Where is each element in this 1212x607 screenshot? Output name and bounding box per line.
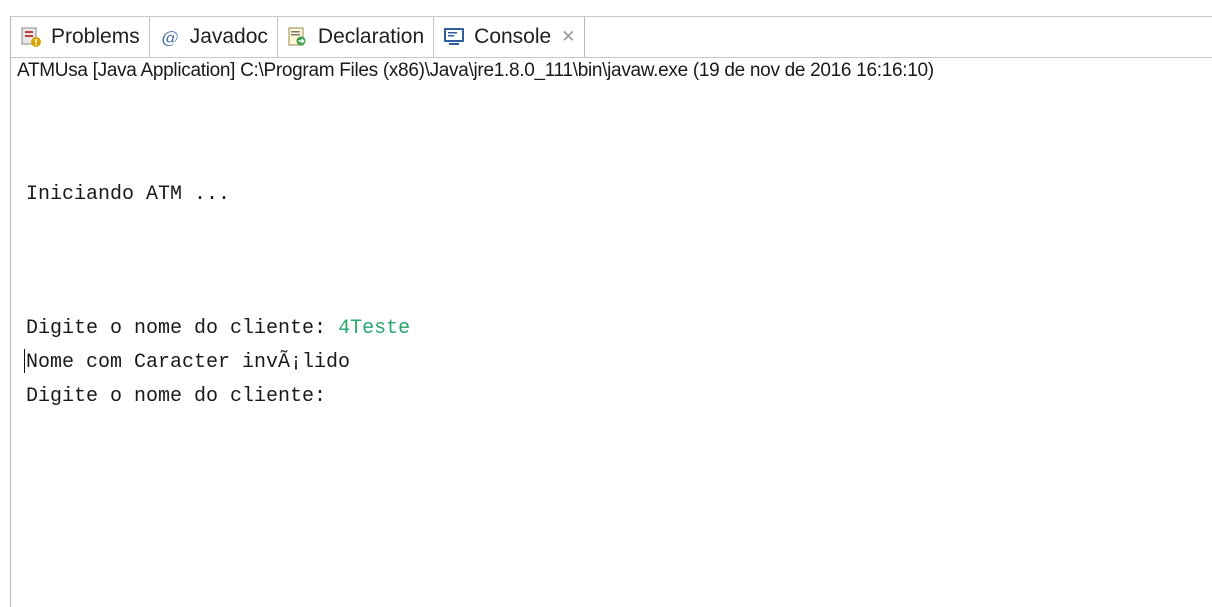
close-icon[interactable]: ✕ — [561, 27, 575, 47]
console-line: Digite o nome do cliente: 4Teste — [26, 314, 410, 344]
tab-console[interactable]: Console ✕ — [434, 17, 586, 57]
declaration-icon — [286, 25, 310, 49]
svg-text:@: @ — [161, 28, 178, 48]
tab-declaration-label: Declaration — [317, 25, 425, 48]
javadoc-icon: @ — [158, 25, 182, 49]
tab-javadoc-label: Javadoc — [189, 25, 268, 48]
tab-console-label: Console — [474, 25, 552, 48]
console-line: Nome com Caracter invÃ¡lido — [26, 351, 351, 374]
console-user-input: 4Teste — [338, 317, 411, 340]
tab-javadoc[interactable]: @ Javadoc — [150, 17, 278, 57]
problems-icon — [19, 25, 43, 49]
console-line: Digite o nome do cliente: — [26, 385, 327, 408]
tab-problems-label: Problems — [51, 25, 140, 48]
console-line: Iniciando ATM ... — [26, 183, 231, 206]
console-output[interactable]: Iniciando ATM ... Digite o nome do clien… — [26, 98, 1206, 598]
text-caret — [24, 349, 25, 373]
console-prompt: Digite o nome do cliente: — [26, 317, 339, 340]
tab-strip: Problems @ Javadoc Declaration Console ✕ — [11, 17, 586, 57]
tab-problems[interactable]: Problems — [11, 17, 150, 57]
eclipse-console-view: Problems @ Javadoc Declaration Console ✕… — [0, 0, 1212, 607]
view-border — [10, 16, 11, 607]
tab-divider — [11, 57, 1212, 58]
console-icon — [442, 25, 466, 49]
process-description: ATMUsa [Java Application] C:\Program Fil… — [17, 60, 934, 81]
view-tab-bar: Problems @ Javadoc Declaration Console ✕… — [11, 16, 1212, 81]
tab-declaration[interactable]: Declaration — [278, 17, 435, 57]
